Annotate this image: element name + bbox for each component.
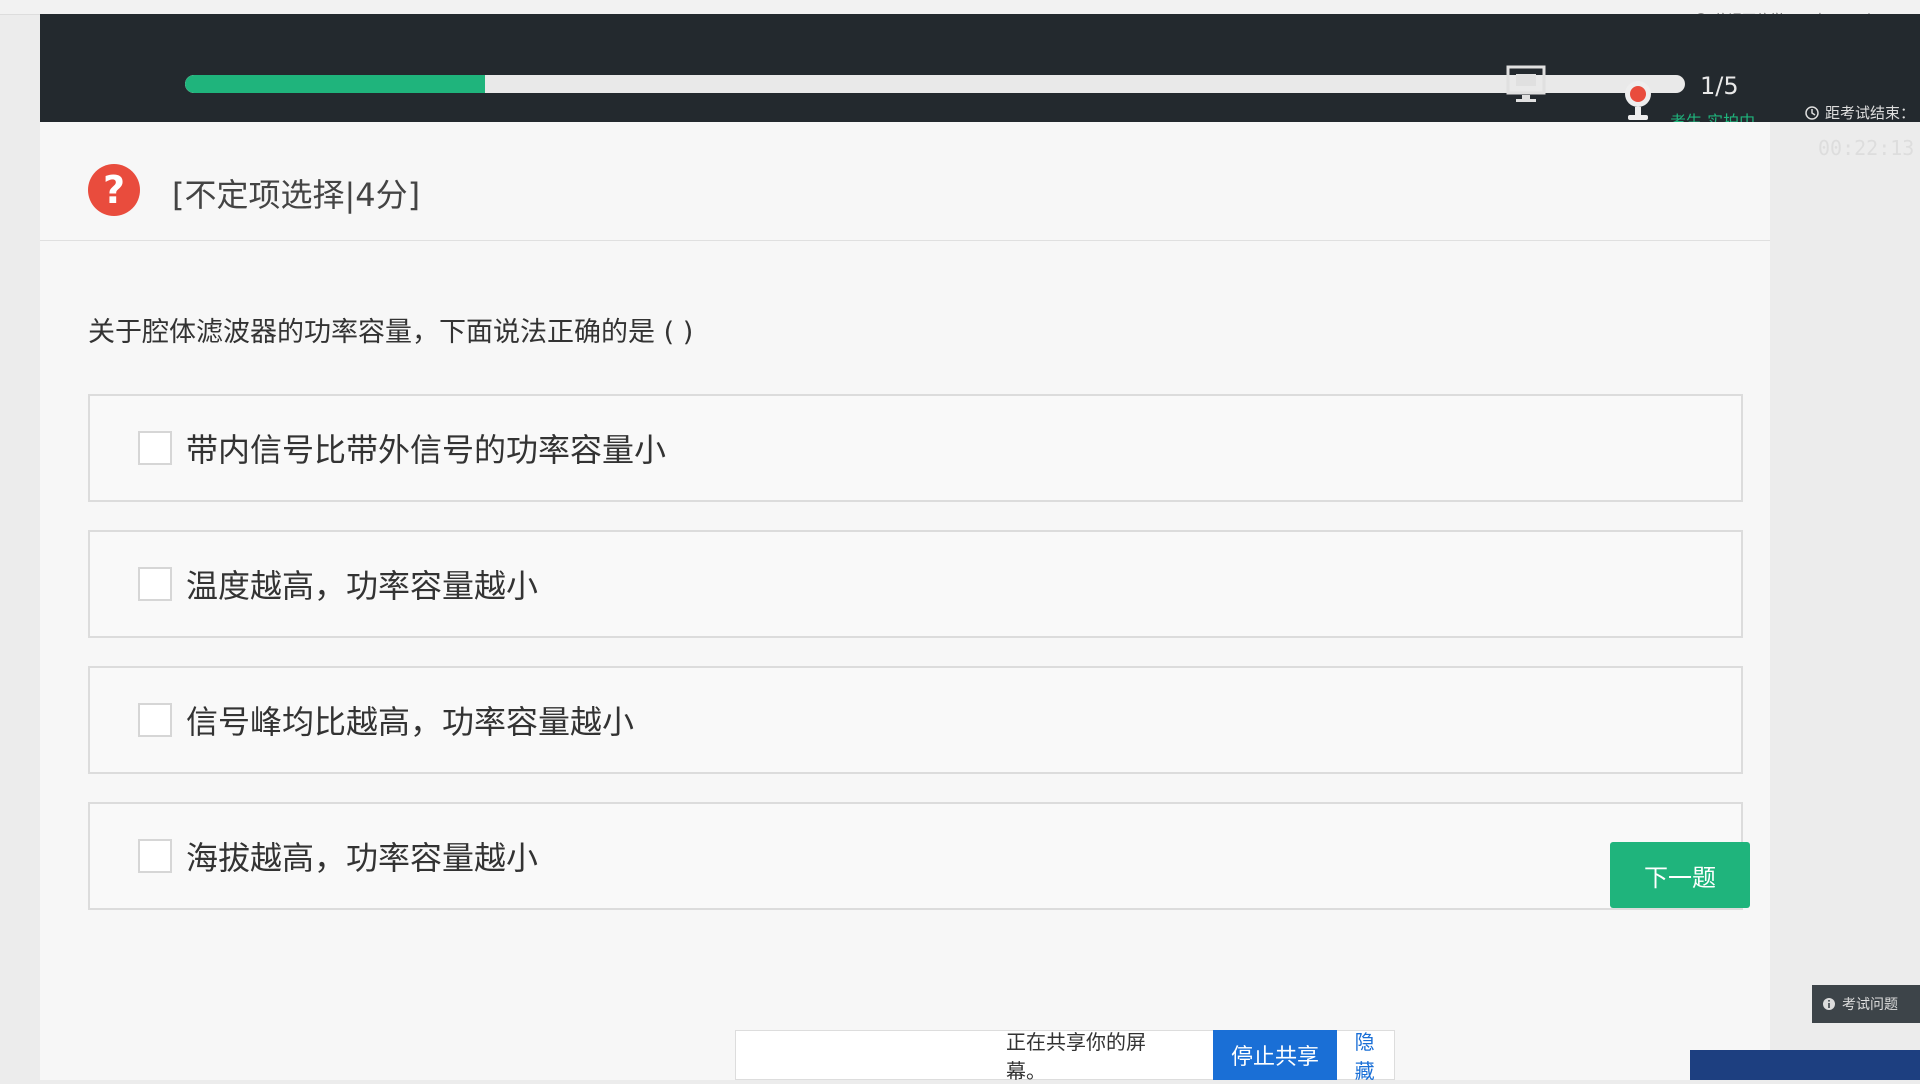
screen-share-bar: 正在共享你的屏幕。 停止共享 隐藏	[735, 1030, 1395, 1083]
option-checkbox[interactable]	[138, 839, 172, 873]
question-stem: 关于腔体滤波器的功率容量，下面说法正确的是 ( )	[88, 317, 694, 348]
next-question-button[interactable]: 下一题	[1610, 842, 1750, 908]
option-c[interactable]: 信号峰均比越高，功率容量越小	[88, 666, 1743, 774]
option-b[interactable]: 温度越高，功率容量越小	[88, 530, 1743, 638]
countdown-time: 00:22:13	[1818, 136, 1915, 160]
question-card: ? [不定项选择|4分] 关于腔体滤波器的功率容量，下面说法正确的是 ( ) 带…	[40, 122, 1770, 1080]
progress-count: 1/5	[1700, 72, 1739, 100]
exam-help-tab[interactable]: 考试问题	[1812, 985, 1920, 1023]
option-a[interactable]: 带内信号比带外信号的功率容量小	[88, 394, 1743, 502]
option-checkbox[interactable]	[138, 703, 172, 737]
exam-header-bar: 1/5 考生 实拍中 距考试结束： 00:22:13	[40, 14, 1920, 160]
question-type-label: [不定项选择|4分]	[172, 176, 421, 214]
options-list: 带内信号比带外信号的功率容量小 温度越高，功率容量越小 信号峰均比越高，功率容量…	[88, 394, 1743, 938]
screen-share-text: 正在共享你的屏幕。	[1006, 1030, 1146, 1083]
countdown-label-text: 距考试结束：	[1825, 104, 1916, 122]
option-label: 海拔越高，功率容量越小	[186, 839, 539, 877]
option-checkbox[interactable]	[138, 567, 172, 601]
question-header: ? [不定项选择|4分]	[40, 122, 1770, 241]
camera-icon[interactable]	[1622, 80, 1654, 124]
browser-bar	[0, 0, 1920, 15]
system-taskbar	[1690, 1050, 1920, 1080]
option-checkbox[interactable]	[138, 431, 172, 465]
monitor-icon[interactable]	[1505, 64, 1547, 104]
help-tab-label: 考试问题	[1842, 997, 1898, 1013]
option-d[interactable]: 海拔越高，功率容量越小	[88, 802, 1743, 910]
countdown-label: 距考试结束：	[1805, 102, 1915, 123]
progress-fill	[185, 75, 485, 93]
option-label: 带内信号比带外信号的功率容量小	[186, 431, 667, 469]
option-label: 信号峰均比越高，功率容量越小	[186, 703, 635, 741]
info-icon	[1823, 998, 1835, 1010]
clock-icon	[1805, 105, 1819, 120]
hide-link[interactable]: 隐藏	[1355, 1026, 1394, 1084]
option-label: 温度越高，功率容量越小	[186, 567, 539, 605]
stop-sharing-button[interactable]: 停止共享	[1213, 1030, 1337, 1080]
help-icon: ?	[88, 164, 140, 216]
progress-bar	[185, 75, 1685, 93]
